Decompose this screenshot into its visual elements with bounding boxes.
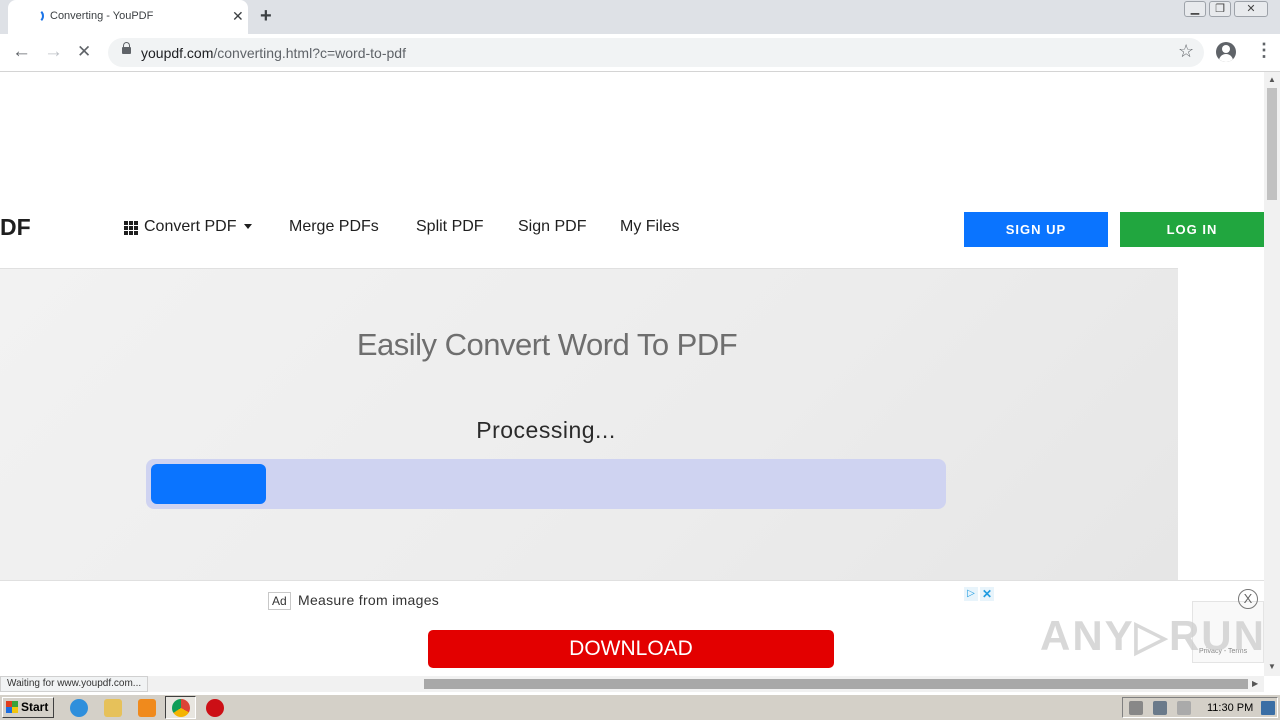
nav-sign-pdf[interactable]: Sign PDF — [518, 218, 586, 236]
vertical-scroll-thumb[interactable] — [1267, 88, 1277, 200]
log-in-button[interactable]: LOG IN — [1120, 212, 1264, 247]
url-text[interactable]: youpdf.com/converting.html?c=word-to-pdf — [141, 45, 406, 61]
window-close-icon[interactable]: ✕ — [1234, 1, 1268, 17]
nav-split-pdf[interactable]: Split PDF — [416, 218, 484, 236]
ad-choices-icon[interactable]: ▷ — [964, 587, 978, 601]
nav-convert-label: Convert PDF — [144, 218, 237, 235]
file-explorer-icon[interactable] — [104, 699, 122, 717]
browser-toolbar: ← → ✕ youpdf.com/converting.html?c=word-… — [0, 34, 1280, 72]
opera-icon[interactable] — [206, 699, 224, 717]
windows-flag-icon — [6, 701, 18, 713]
taskbar-clock[interactable]: 11:30 PM — [1207, 702, 1253, 714]
processing-status: Processing... — [476, 417, 616, 443]
horizontal-scrollbar[interactable]: ▶ — [0, 676, 1264, 692]
new-tab-icon[interactable]: + — [260, 5, 272, 27]
site-logo[interactable]: DF — [0, 214, 31, 241]
network-icon[interactable] — [1153, 701, 1167, 715]
overlay-close-icon[interactable]: X — [1238, 589, 1258, 609]
tab-strip: Converting - YouPDF ✕ + ▁ ❐ ✕ — [0, 0, 1280, 34]
start-label: Start — [21, 700, 49, 714]
loading-spinner-icon — [30, 9, 44, 23]
page-title: Easily Convert Word To PDF — [356, 327, 738, 362]
progress-bar-fill — [151, 464, 266, 504]
grid-icon — [124, 221, 139, 235]
chrome-icon — [172, 699, 190, 717]
scroll-up-icon[interactable]: ▲ — [1268, 75, 1276, 84]
account-icon[interactable] — [1216, 42, 1236, 62]
anyrun-watermark: ANY▷RUN — [1040, 612, 1264, 659]
page-viewport: DF Convert PDF Merge PDFs Split PDF Sign… — [0, 72, 1264, 676]
nav-merge-pdfs[interactable]: Merge PDFs — [289, 218, 379, 236]
sign-up-button[interactable]: SIGN UP — [964, 212, 1108, 247]
hero-section: Easily Convert Word To PDF Processing... — [0, 268, 1178, 580]
restore-icon[interactable]: ❐ — [1209, 1, 1231, 17]
scroll-down-icon[interactable]: ▼ — [1268, 662, 1276, 671]
bookmark-star-icon[interactable]: ☆ — [1178, 41, 1194, 62]
internet-explorer-icon[interactable] — [70, 699, 88, 717]
windows-taskbar: Start 11:30 PM — [0, 694, 1280, 720]
address-bar[interactable]: youpdf.com/converting.html?c=word-to-pdf… — [108, 38, 1204, 67]
ad-banner: Ad Measure from images ▷ ✕ DOWNLOAD Priv… — [0, 580, 1264, 676]
start-button[interactable]: Start — [2, 697, 54, 718]
menu-kebab-icon[interactable]: ⋮ — [1255, 41, 1273, 59]
stop-loading-icon[interactable]: ✕ — [77, 40, 91, 64]
caret-down-icon — [244, 224, 252, 229]
back-arrow-icon[interactable]: ← — [12, 40, 31, 64]
minimize-icon[interactable]: ▁ — [1184, 1, 1206, 17]
tab-title: Converting - YouPDF — [50, 10, 154, 22]
nav-my-files[interactable]: My Files — [620, 218, 680, 236]
browser-tab[interactable]: Converting - YouPDF ✕ — [8, 0, 248, 34]
ad-headline[interactable]: Measure from images — [298, 592, 439, 608]
show-desktop-icon[interactable] — [1261, 701, 1275, 715]
progress-bar — [146, 459, 946, 509]
vertical-scrollbar[interactable]: ▲ ▼ — [1264, 72, 1280, 676]
volume-icon[interactable] — [1129, 701, 1143, 715]
download-button[interactable]: DOWNLOAD — [428, 630, 834, 668]
media-player-icon[interactable] — [138, 699, 156, 717]
ad-close-icon[interactable]: ✕ — [980, 587, 994, 601]
chrome-taskbar-button[interactable] — [165, 696, 196, 719]
tab-close-icon[interactable]: ✕ — [232, 8, 244, 24]
status-bubble: Waiting for www.youpdf.com... — [0, 676, 149, 692]
system-tray: 11:30 PM — [1122, 697, 1278, 718]
action-center-flag-icon[interactable] — [1177, 701, 1191, 715]
lock-icon — [122, 42, 131, 54]
ad-badge: Ad — [268, 592, 291, 610]
scroll-right-icon[interactable]: ▶ — [1252, 679, 1258, 688]
horizontal-scroll-thumb[interactable] — [424, 679, 1248, 689]
forward-arrow-icon[interactable]: → — [44, 40, 63, 64]
